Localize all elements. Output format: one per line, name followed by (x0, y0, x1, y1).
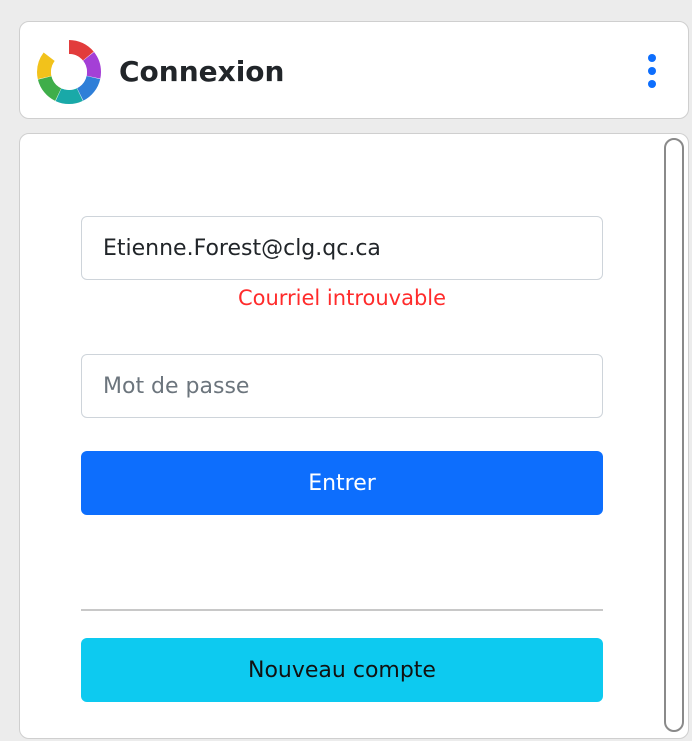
login-card: Courriel introuvable Entrer Nouveau comp… (19, 133, 689, 739)
scrollbar[interactable] (663, 138, 685, 734)
email-error-message: Courriel introuvable (237, 286, 447, 310)
app-header: Connexion (19, 21, 689, 119)
divider (81, 609, 603, 611)
kebab-menu-icon[interactable] (640, 52, 664, 90)
new-account-button[interactable]: Nouveau compte (81, 638, 603, 702)
aperture-logo-icon (37, 40, 101, 104)
scrollbar-thumb[interactable] (664, 138, 684, 732)
password-field[interactable] (81, 354, 603, 418)
login-button[interactable]: Entrer (81, 451, 603, 515)
page-title: Connexion (119, 55, 285, 88)
email-field[interactable] (81, 216, 603, 280)
